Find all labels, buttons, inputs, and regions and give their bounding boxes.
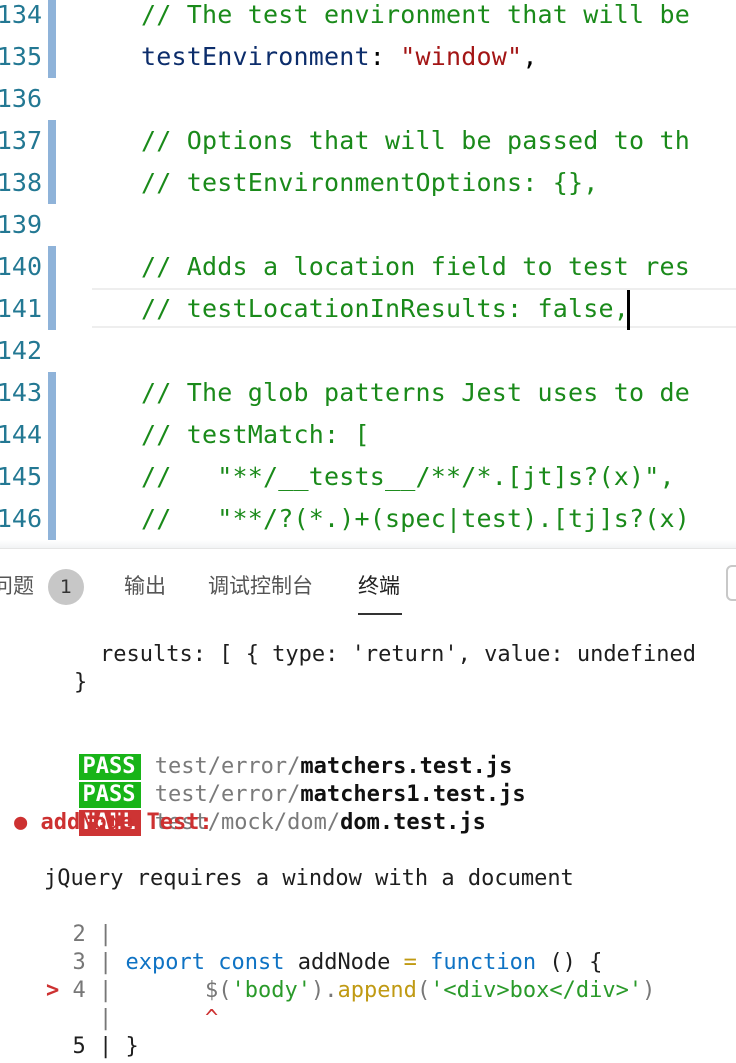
line-number: 135 xyxy=(0,42,42,71)
code-line[interactable]: 146 // "**/?(*.)+(spec|test).[tj]s?(x) xyxy=(0,498,736,540)
code-text: // "**/?(*.)+(spec|test).[tj]s?(x) xyxy=(141,504,691,533)
code-text: // "**/__tests__/**/*.[jt]s?(x)", xyxy=(141,462,675,491)
active-tab-indicator xyxy=(358,613,402,615)
tab-debug-console[interactable]: 调试控制台 xyxy=(208,571,313,601)
tab-terminal[interactable]: 终端 xyxy=(358,571,400,601)
bottom-panel: 问题 1 输出 调试控制台 终端 results: [ { type: 'ret… xyxy=(0,548,736,1063)
text-cursor xyxy=(627,290,630,330)
code-line[interactable]: 144 // testMatch: [ xyxy=(0,414,736,456)
code-text: // Adds a location field to test res xyxy=(141,252,691,281)
line-number: 146 xyxy=(0,504,42,533)
code-line[interactable]: 134 // The test environment that will be xyxy=(0,0,736,36)
code-text: // Options that will be passed to th xyxy=(141,126,691,155)
failed-test-title: ● addNode Test: xyxy=(14,810,213,835)
line-number: 144 xyxy=(0,420,42,449)
code-text: // The test environment that will be xyxy=(141,0,691,29)
editor-scroll-shadow xyxy=(0,540,736,548)
code-line[interactable]: 136 xyxy=(0,78,736,120)
current-line-highlight xyxy=(92,288,736,328)
code-text: // testEnvironmentOptions: {}, xyxy=(141,168,599,197)
line-number: 140 xyxy=(0,252,42,281)
tab-problems[interactable]: 问题 xyxy=(0,571,34,601)
code-line[interactable]: 142 xyxy=(0,330,736,372)
panel-tab-bar: 问题 1 输出 调试控制台 终端 xyxy=(0,549,736,623)
line-number: 142 xyxy=(0,336,42,365)
panel-dropdown-button[interactable] xyxy=(726,565,736,601)
code-line[interactable]: 145 // "**/__tests__/**/*.[jt]s?(x)", xyxy=(0,456,736,498)
git-modified-gutter-marker xyxy=(48,120,56,162)
code-line[interactable]: 143 // The glob patterns Jest uses to de xyxy=(0,372,736,414)
tab-output[interactable]: 输出 xyxy=(124,571,166,601)
code-line[interactable]: 140 // Adds a location field to test res xyxy=(0,246,736,288)
git-modified-gutter-marker xyxy=(48,498,56,540)
code-line[interactable]: 138 // testEnvironmentOptions: {}, xyxy=(0,162,736,204)
problems-count-badge: 1 xyxy=(48,569,84,605)
code-line[interactable]: 139 xyxy=(0,204,736,246)
snippet-line-5: 5 | } xyxy=(46,1034,139,1059)
line-number: 141 xyxy=(0,294,42,323)
snippet-caret-line: | ^ xyxy=(46,1006,219,1031)
git-modified-gutter-marker xyxy=(48,246,56,288)
terminal-results-line: results: [ { type: 'return', value: unde… xyxy=(100,642,697,667)
snippet-line-3: 3 | export const addNode = function () { xyxy=(46,950,603,975)
terminal-closing-brace: } xyxy=(74,670,88,695)
snippet-line-4: > 4 | $('body').append('<div>box</div>') xyxy=(46,978,656,1003)
line-number: 137 xyxy=(0,126,42,155)
code-line[interactable]: 135 testEnvironment: "window", xyxy=(0,36,736,78)
git-modified-gutter-marker xyxy=(48,372,56,414)
code-line[interactable]: 137 // Options that will be passed to th xyxy=(0,120,736,162)
line-number: 145 xyxy=(0,462,42,491)
line-number: 134 xyxy=(0,0,42,29)
test-file: dom.test.js xyxy=(340,810,486,835)
git-modified-gutter-marker xyxy=(48,456,56,498)
line-number: 139 xyxy=(0,210,42,239)
git-modified-gutter-marker xyxy=(48,288,56,330)
error-message: jQuery requires a window with a document xyxy=(44,866,574,891)
git-modified-gutter-marker xyxy=(48,414,56,456)
git-modified-gutter-marker xyxy=(48,162,56,204)
code-text: // testMatch: [ xyxy=(141,420,370,449)
git-modified-gutter-marker xyxy=(48,36,56,78)
line-number: 138 xyxy=(0,168,42,197)
code-text: testEnvironment: "window", xyxy=(141,42,538,71)
line-number: 136 xyxy=(0,84,42,113)
snippet-line-2: 2 | xyxy=(46,922,113,947)
line-number: 143 xyxy=(0,378,42,407)
git-modified-gutter-marker xyxy=(48,0,56,36)
code-text: // The glob patterns Jest uses to de xyxy=(141,378,691,407)
code-editor[interactable]: 134// The test environment that will be 1… xyxy=(0,0,736,548)
